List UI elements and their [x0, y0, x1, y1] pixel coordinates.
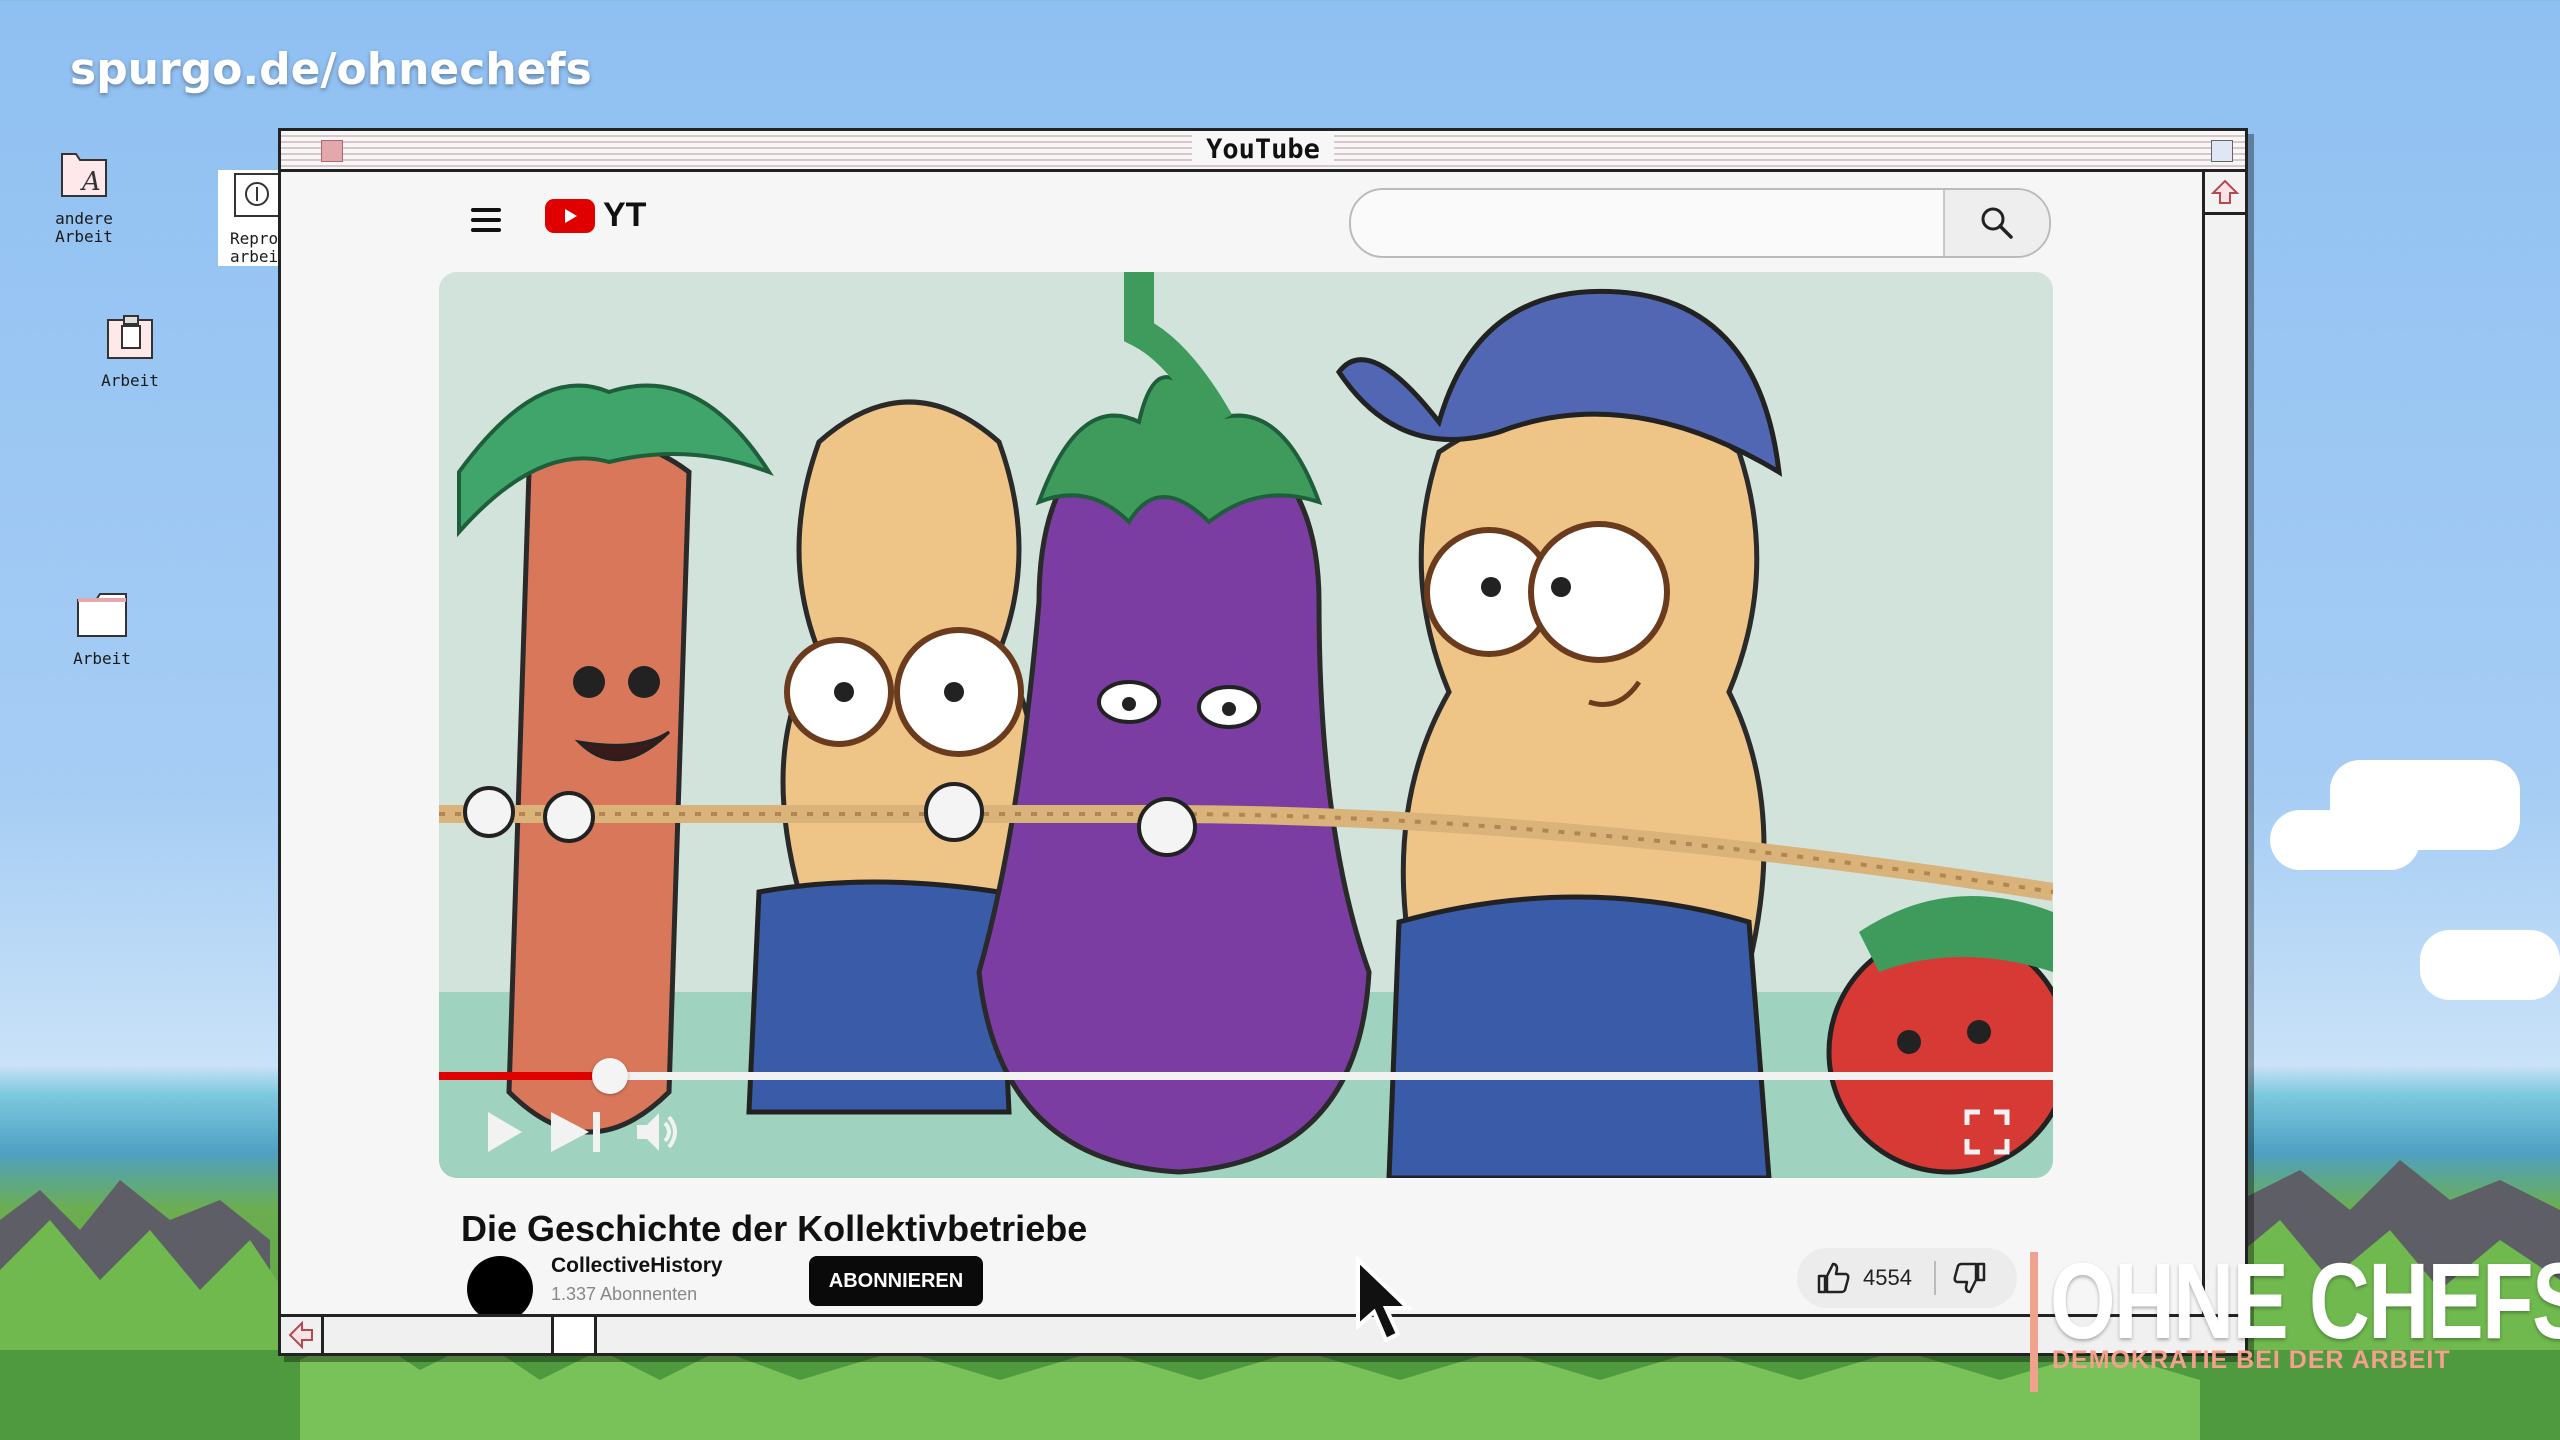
video-progress-knob[interactable] [592, 1058, 629, 1094]
arrow-up-icon [2211, 179, 2239, 204]
fullscreen-icon [1964, 1109, 2010, 1155]
channel-name[interactable]: CollectiveHistory [551, 1254, 723, 1278]
volume-icon [637, 1113, 677, 1151]
window-title: YouTube [1192, 134, 1334, 165]
horizontal-scroll-thumb[interactable] [551, 1317, 597, 1353]
arrow-left-icon [288, 1321, 313, 1349]
desktop-icon-arbeit-folder[interactable]: Arbeit [42, 590, 162, 668]
like-dislike-pill: 4554 [1797, 1248, 2017, 1308]
brand-name: OHNE CHEFS [2050, 1240, 2560, 1361]
svg-text:A: A [80, 167, 101, 197]
vertical-scrollbar[interactable] [2202, 172, 2245, 1317]
mouse-cursor-icon [1356, 1256, 1413, 1343]
text-document-icon: A [61, 153, 107, 197]
play-icon [488, 1112, 522, 1152]
volume-button[interactable] [633, 1104, 683, 1160]
youtube-window: YouTube YT Die Geschichte der Kollektivb… [278, 128, 2248, 1356]
video-frame-illustration [439, 272, 2053, 1178]
like-divider [1933, 1261, 1936, 1295]
window-titlebar[interactable]: YouTube [281, 131, 2245, 172]
youtube-logo[interactable]: YT [545, 196, 646, 235]
clipboard-document-icon [107, 315, 153, 359]
desktop-icon-label: Arbeit [73, 649, 131, 668]
youtube-page: YT Die Geschichte der Kollektivbetriebe … [281, 172, 2203, 1317]
thumbs-down-icon[interactable] [1952, 1260, 1988, 1296]
scroll-up-button[interactable] [2205, 172, 2245, 215]
brand-accent-bar [2030, 1252, 2038, 1392]
video-player[interactable] [439, 272, 2053, 1178]
url-watermark: spurgo.de/ohnechefs [70, 44, 592, 95]
search-bar [1349, 188, 2051, 258]
scroll-left-button[interactable] [281, 1317, 324, 1353]
desktop-icon-arbeit[interactable]: Arbeit [70, 312, 190, 390]
play-logo-icon [545, 198, 595, 233]
fullscreen-button[interactable] [1959, 1104, 2015, 1160]
next-button[interactable] [547, 1104, 607, 1160]
thumbs-up-icon[interactable] [1815, 1260, 1851, 1296]
horizontal-scrollbar[interactable] [281, 1314, 2245, 1353]
video-title: Die Geschichte der Kollektivbetriebe [461, 1208, 1088, 1249]
subscribe-button[interactable]: ABONNIEREN [809, 1256, 983, 1306]
cloud [2420, 930, 2560, 1000]
subscriber-count: 1.337 Abonnenten [551, 1284, 698, 1304]
folder-icon [77, 593, 127, 637]
skip-next-icon [551, 1112, 600, 1152]
video-progress-bar[interactable] [439, 1058, 2053, 1094]
window-zoom-button[interactable] [2211, 140, 2233, 162]
cloud [2270, 810, 2420, 870]
info-document-icon [234, 173, 280, 217]
channel-avatar[interactable] [467, 1256, 533, 1317]
video-progress-fill [439, 1072, 611, 1080]
hamburger-menu-icon[interactable] [471, 202, 501, 238]
desktop-icon-label: Arbeit [101, 371, 159, 390]
window-close-button[interactable] [321, 140, 343, 162]
desktop-icon-andere-arbeit[interactable]: A andere Arbeit [24, 150, 144, 246]
logo-text: YT [603, 196, 647, 234]
desktop-icon-label: andere Arbeit [55, 209, 113, 246]
play-button[interactable] [479, 1104, 529, 1160]
search-input[interactable] [1351, 190, 1981, 256]
like-count: 4554 [1863, 1265, 1912, 1290]
brand-tagline: DEMOKRATIE BEI DER ARBEIT [2052, 1346, 2451, 1374]
search-icon [1981, 207, 2013, 239]
search-button[interactable] [1943, 190, 2049, 256]
